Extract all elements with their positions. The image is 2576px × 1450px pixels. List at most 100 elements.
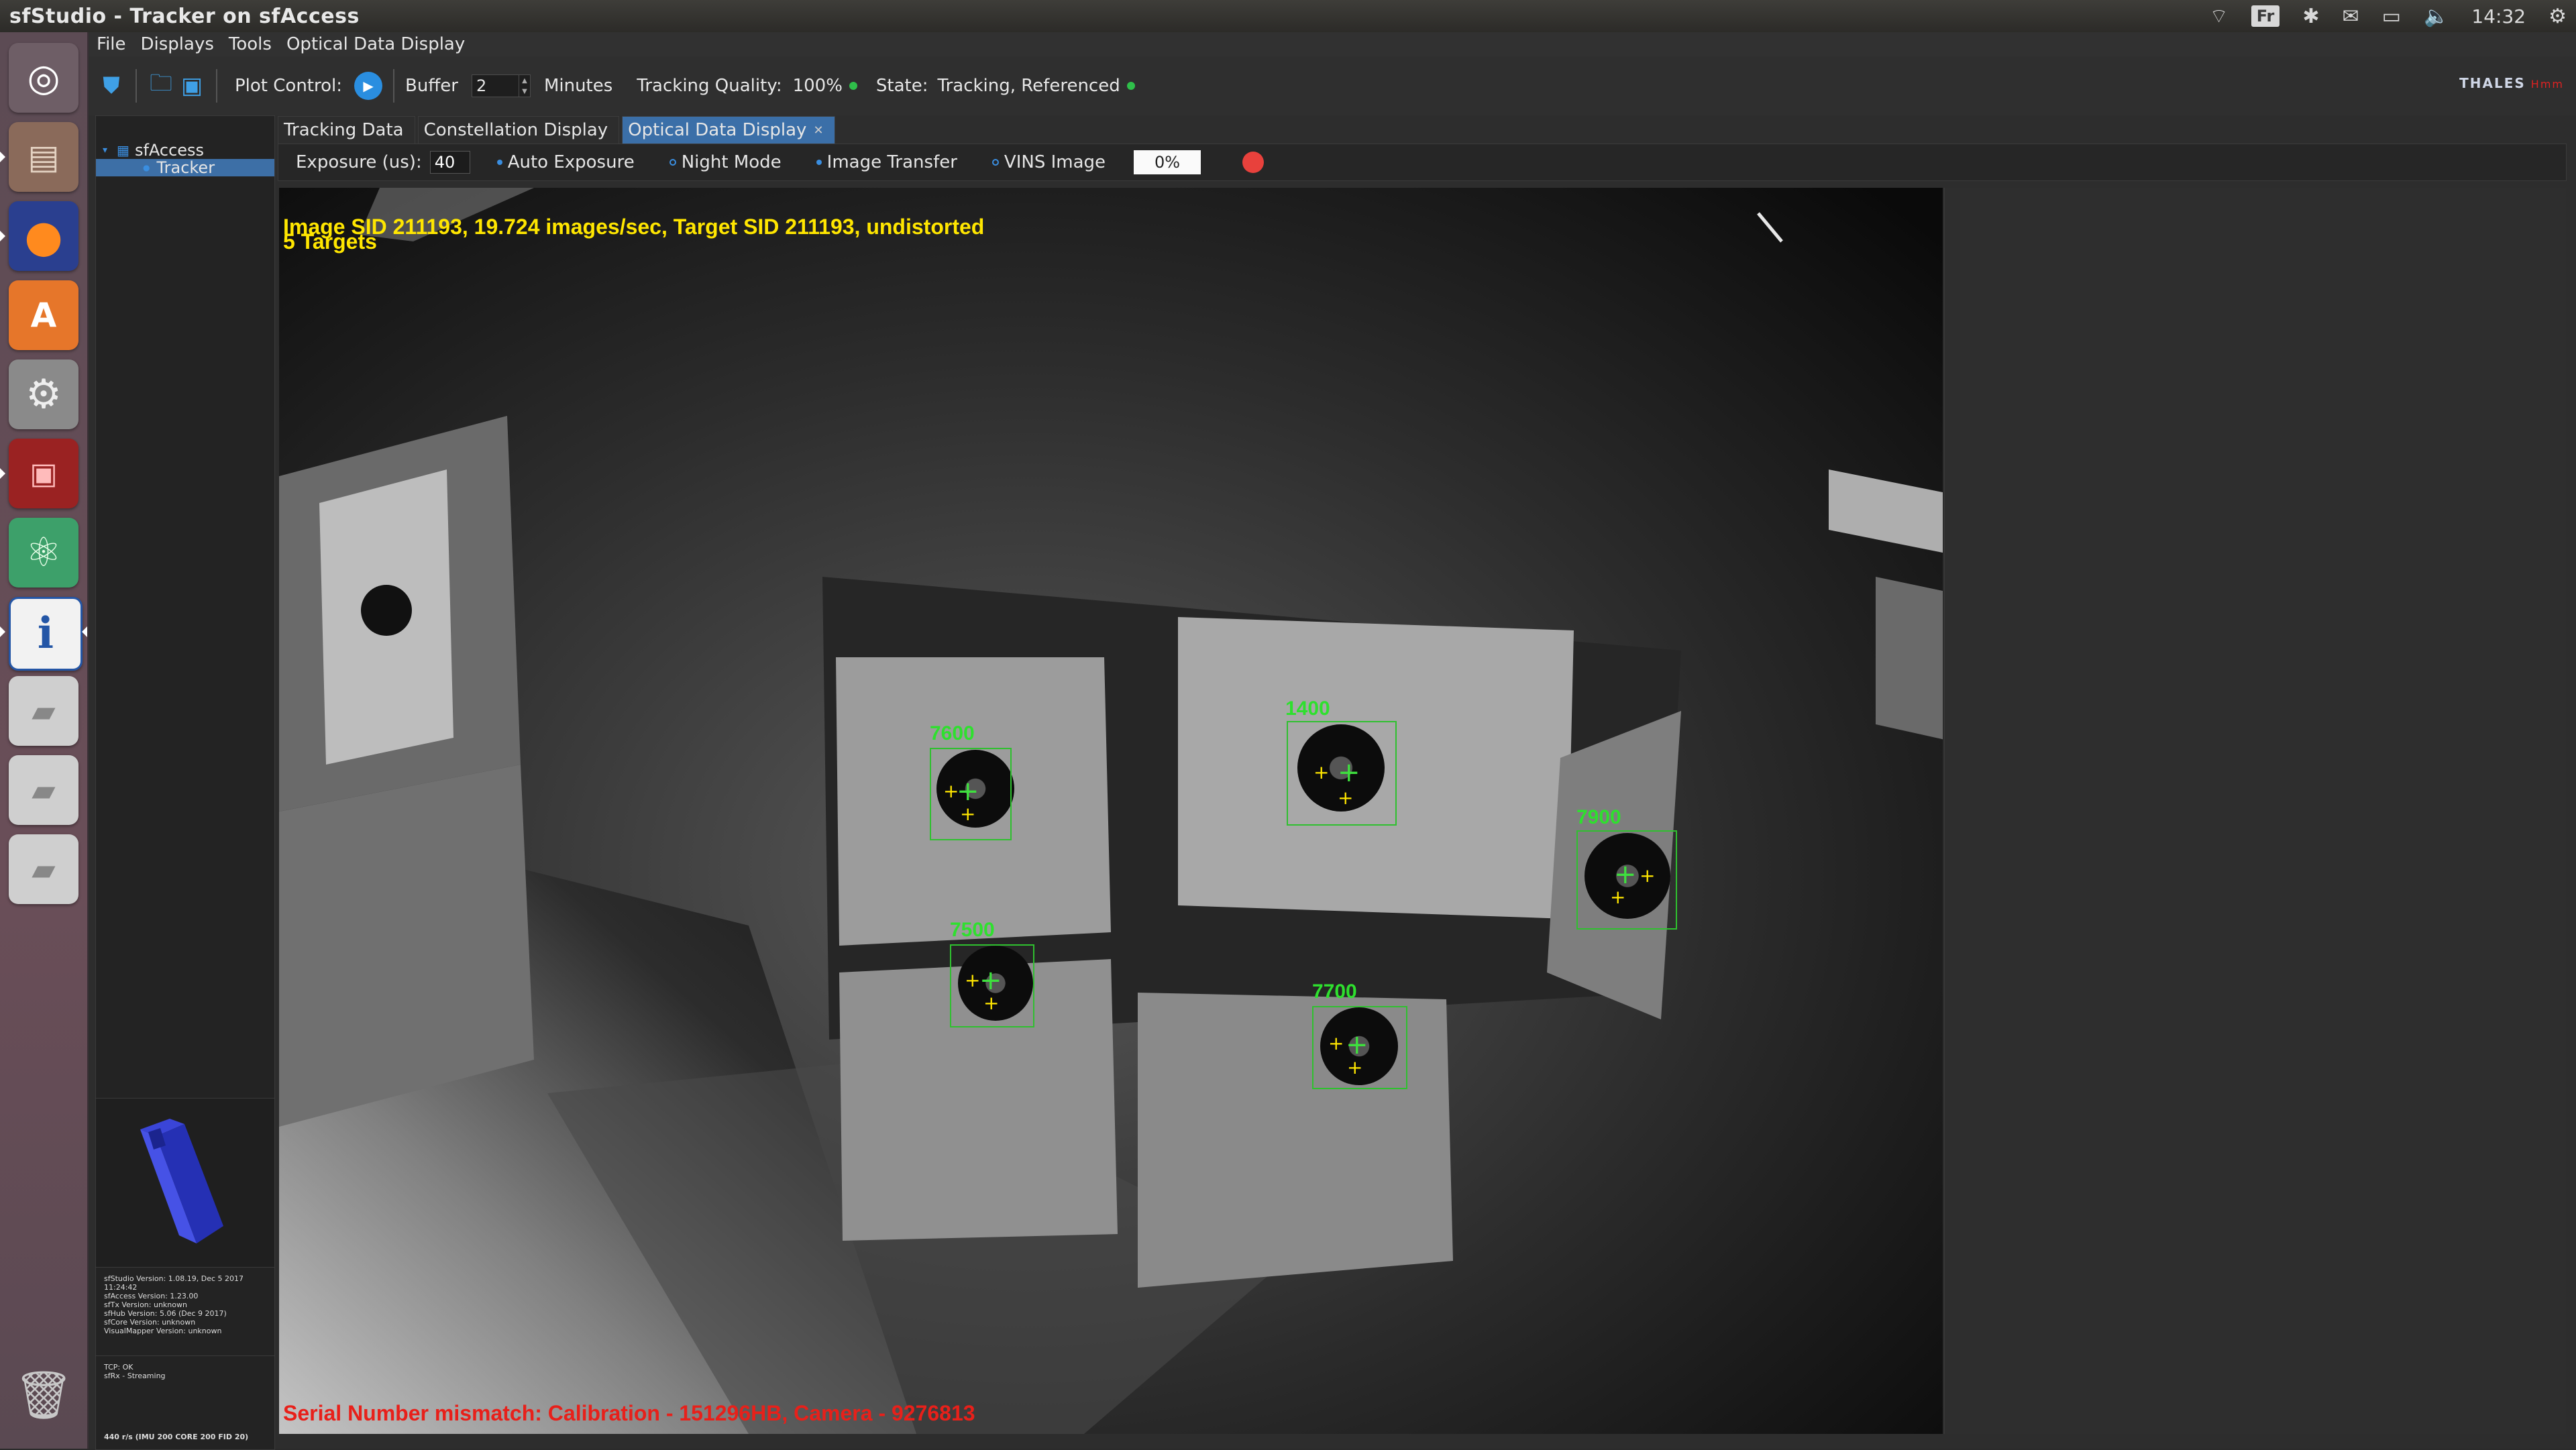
terminal-icon[interactable]: ▣	[9, 439, 78, 508]
exposure-label: Exposure (us):	[296, 152, 422, 172]
vins-image-option[interactable]: VINS Image	[991, 152, 1106, 172]
version-line: sfAccess Version: 1.23.00	[104, 1292, 199, 1300]
option-label: Night Mode	[681, 152, 782, 172]
tab-constellation-display[interactable]: Constellation Display	[417, 116, 620, 144]
transfer-progress: 0%	[1134, 150, 1201, 174]
files-icon[interactable]: ▤	[9, 122, 78, 192]
option-label: VINS Image	[1004, 152, 1106, 172]
camera-image-view[interactable]: 7600 + + + 1400 + + + 7900 + + + 7500 + …	[279, 188, 1943, 1434]
active-indicator	[82, 626, 87, 637]
menubar: File Displays Tools Optical Data Display	[89, 32, 2576, 56]
app-window: File Displays Tools Optical Data Display…	[89, 32, 2576, 1450]
expand-arrow-icon[interactable]: ▾	[103, 145, 107, 156]
tab-tracking-data[interactable]: Tracking Data	[278, 116, 415, 144]
target-marker: +	[983, 992, 1000, 1014]
version-info: sfStudio Version: 1.08.19, Dec 5 2017 11…	[96, 1267, 274, 1354]
tree-item-tracker[interactable]: ● Tracker	[96, 158, 274, 177]
menu-file[interactable]: File	[97, 34, 126, 54]
version-line: 11:24:42	[104, 1283, 138, 1292]
vins-image-radio[interactable]	[991, 159, 999, 166]
toolbar-separator	[393, 69, 395, 103]
keyboard-layout-indicator[interactable]: Fr	[2251, 5, 2280, 27]
window-title: sfStudio - Tracker on sfAccess	[9, 4, 360, 28]
save-icon[interactable]: ▣	[178, 72, 205, 99]
battery-icon[interactable]: ▭	[2382, 5, 2401, 28]
tracking-quality-indicator	[849, 82, 857, 90]
tracker-icon: ●	[143, 163, 150, 172]
image-transfer-option[interactable]: Image Transfer	[816, 152, 957, 172]
disk-drive-icon[interactable]: ▰	[9, 834, 78, 904]
toolbar: ⛊ 🗀 ▣ Plot Control: ▶ Buffer 2 ▲ ▼ Minute…	[89, 56, 2576, 115]
target-marker: +	[965, 969, 981, 991]
software-center-icon[interactable]: A	[9, 280, 78, 350]
version-line: sfCore Version: unknown	[104, 1318, 196, 1327]
device-tree[interactable]: ▾ ▦ sfAccess ● Tracker	[96, 141, 274, 1094]
version-line: sfHub Version: 5.06 (Dec 9 2017)	[104, 1309, 227, 1318]
mail-icon[interactable]: ✉	[2343, 5, 2359, 28]
image-side-panel	[1944, 188, 2566, 1434]
display-tabs: Tracking Data Constellation Display Opti…	[278, 114, 838, 144]
menu-displays[interactable]: Displays	[141, 34, 214, 54]
night-mode-radio[interactable]	[669, 159, 676, 166]
exposure-input[interactable]: 40	[429, 151, 470, 174]
targets-count-overlay: 5 Targets	[283, 229, 377, 254]
toolbar-separator	[136, 69, 137, 103]
firefox-icon[interactable]: ●	[9, 201, 78, 271]
connect-icon[interactable]: ⛊	[98, 72, 125, 99]
state-indicator	[1126, 82, 1135, 90]
device-icon: ▦	[117, 142, 129, 158]
state-label: State:	[875, 76, 928, 96]
atom-icon[interactable]: ⚛	[9, 518, 78, 588]
auto-exposure-radio[interactable]	[496, 160, 502, 165]
disk-drive-icon[interactable]: ▰	[9, 676, 78, 746]
tree-item-label: Tracker	[156, 158, 215, 177]
ubuntu-dash-icon[interactable]: ◎	[9, 43, 78, 113]
top-panel: sfStudio - Tracker on sfAccess ⌔ Fr ✱ ✉ …	[0, 0, 2576, 33]
night-mode-option[interactable]: Night Mode	[669, 152, 782, 172]
target-center-marker: +	[1346, 1029, 1368, 1060]
buffer-spinbox[interactable]: 2 ▲ ▼	[471, 74, 531, 97]
tab-optical-data-display[interactable]: Optical Data Display ✕	[622, 116, 835, 144]
target-marker: +	[1347, 1056, 1363, 1078]
spin-down-icon[interactable]: ▼	[522, 88, 527, 95]
close-tab-icon[interactable]: ✕	[813, 123, 823, 137]
brand-name: THALES	[2459, 75, 2526, 91]
system-settings-icon[interactable]: ⚙	[9, 359, 78, 429]
option-label: Image Transfer	[826, 152, 957, 172]
version-line: sfStudio Version: 1.08.19, Dec 5 2017	[104, 1274, 244, 1283]
volume-icon[interactable]: 🔈	[2424, 5, 2449, 28]
open-folder-icon[interactable]: 🗀	[148, 70, 174, 99]
menu-optical-data-display[interactable]: Optical Data Display	[286, 34, 465, 54]
record-button[interactable]	[1242, 152, 1265, 173]
left-panel: ▾ ▦ sfAccess ● Tracker sfStudio Version:…	[95, 115, 275, 1450]
data-rates: 440 r/s (IMU 200 CORE 200 FID 20)	[104, 1433, 249, 1441]
status-line: TCP: OK	[104, 1363, 133, 1372]
sfstudio-icon[interactable]: ℹ	[9, 597, 83, 671]
tab-label: Optical Data Display	[628, 120, 807, 140]
target-label: 7900	[1576, 806, 1621, 828]
target-marker: +	[1640, 865, 1656, 887]
bluetooth-icon[interactable]: ✱	[2302, 5, 2319, 28]
target-marker: +	[1328, 1032, 1344, 1054]
buffer-value: 2	[476, 76, 487, 95]
running-indicator	[0, 152, 5, 162]
target-label: 1400	[1285, 698, 1330, 720]
clock[interactable]: 14:32	[2471, 5, 2526, 27]
target-marker: +	[1610, 886, 1626, 908]
gear-icon[interactable]: ⚙	[2548, 5, 2567, 28]
target-label: 7500	[950, 919, 995, 941]
spin-up-icon[interactable]: ▲	[522, 77, 527, 85]
wifi-icon[interactable]: ⌔	[2209, 3, 2228, 29]
tracker-model-graphic	[140, 1119, 223, 1243]
camera-image	[279, 188, 1943, 1434]
image-transfer-radio[interactable]	[816, 160, 822, 165]
auto-exposure-option[interactable]: Auto Exposure	[496, 152, 635, 172]
play-button[interactable]: ▶	[354, 72, 383, 100]
target-label: 7700	[1312, 981, 1357, 1003]
disk-drive-icon[interactable]: ▰	[9, 755, 78, 825]
menu-tools[interactable]: Tools	[229, 34, 272, 54]
trash-icon[interactable]: 🗑	[9, 1360, 78, 1430]
system-tray: ⌔ Fr ✱ ✉ ▭ 🔈 14:32 ⚙	[2209, 0, 2567, 32]
image-info-overlay: Image SID 211193, 19.724 images/sec, Tar…	[283, 215, 985, 239]
tree-item-sfaccess[interactable]: ▾ ▦ sfAccess	[96, 141, 274, 160]
